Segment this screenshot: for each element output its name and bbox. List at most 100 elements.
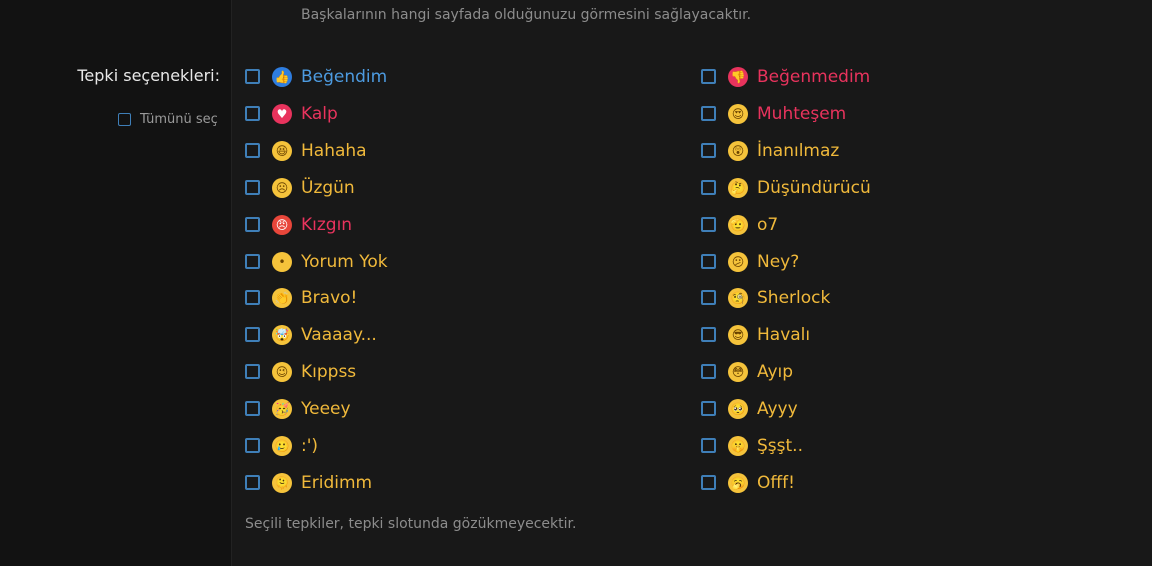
- reaction-checkbox[interactable]: [245, 143, 260, 158]
- reaction-option[interactable]: 😉 Kıppss: [245, 353, 356, 390]
- previous-setting-description: Başkalarının hangi sayfada olduğunuzu gö…: [301, 7, 752, 23]
- sunglasses-emoji-icon: 😎: [728, 324, 748, 345]
- reaction-option[interactable]: 🥺 Ayyy: [701, 390, 798, 427]
- reaction-option[interactable]: 🥱 Offf!: [701, 464, 795, 501]
- reaction-checkbox[interactable]: [245, 364, 260, 379]
- reaction-checkbox[interactable]: [245, 475, 260, 490]
- reaction-checkbox[interactable]: [701, 217, 716, 232]
- reaction-option[interactable]: 😲 İnanılmaz: [701, 132, 839, 169]
- reaction-label: Vaaaay...: [301, 324, 377, 345]
- reaction-option[interactable]: 🥳 Yeeey: [245, 390, 351, 427]
- reaction-option[interactable]: 😠 Kızgın: [245, 206, 352, 243]
- sad-emoji-icon: ☹: [272, 177, 292, 198]
- reaction-checkbox[interactable]: [245, 180, 260, 195]
- reaction-checkbox[interactable]: [701, 254, 716, 269]
- reaction-checkbox[interactable]: [245, 254, 260, 269]
- no-mouth-emoji-icon: •: [272, 251, 292, 272]
- reaction-option[interactable]: 😆 Hahaha: [245, 132, 367, 169]
- reaction-checkbox[interactable]: [245, 401, 260, 416]
- reaction-option[interactable]: 🤯 Vaaaay...: [245, 316, 377, 353]
- reaction-option[interactable]: 🫠 Eridimm: [245, 464, 372, 501]
- reaction-checkbox[interactable]: [245, 217, 260, 232]
- reaction-option[interactable]: 😎 Havalı: [701, 316, 810, 353]
- reaction-label: Beğendim: [301, 66, 388, 87]
- reaction-settings-page: Başkalarının hangi sayfada olduğunuzu gö…: [0, 0, 1152, 566]
- reaction-option[interactable]: 😍 Muhteşem: [701, 95, 846, 132]
- thinking-emoji-icon: 🤔: [728, 177, 748, 198]
- shushing-emoji-icon: 🤫: [728, 435, 748, 456]
- select-all-label: Tümünü seç: [140, 112, 218, 127]
- reaction-checkbox[interactable]: [701, 364, 716, 379]
- reaction-option[interactable]: 😳 Ayıp: [701, 353, 793, 390]
- reaction-option[interactable]: ♥ Kalp: [245, 95, 338, 132]
- reaction-label: Kıppss: [301, 361, 357, 382]
- reaction-label: Sherlock: [757, 287, 831, 308]
- angry-emoji-icon: 😠: [272, 214, 292, 235]
- reaction-checkbox[interactable]: [701, 327, 716, 342]
- reaction-label: İnanılmaz: [757, 140, 840, 161]
- reaction-option[interactable]: 🤫 Şşşt..: [701, 427, 803, 464]
- reaction-checkbox[interactable]: [245, 438, 260, 453]
- heart-eyes-emoji-icon: 😍: [728, 103, 748, 124]
- reaction-checkbox[interactable]: [701, 143, 716, 158]
- reaction-label: Ayyy: [757, 398, 798, 419]
- reaction-checkbox[interactable]: [701, 438, 716, 453]
- reaction-label: Kızgın: [301, 214, 353, 235]
- thumbs-up-icon: 👍: [272, 66, 292, 87]
- astonished-emoji-icon: 😲: [728, 140, 748, 161]
- melting-emoji-icon: 🫠: [272, 472, 292, 493]
- reaction-option[interactable]: 😕 Ney?: [701, 243, 799, 280]
- reaction-label: Eridimm: [301, 472, 373, 493]
- laughing-emoji-icon: 😆: [272, 140, 292, 161]
- flushed-emoji-icon: 😳: [728, 361, 748, 382]
- reaction-option[interactable]: 🧐 Sherlock: [701, 279, 830, 316]
- reaction-checkbox[interactable]: [701, 401, 716, 416]
- reaction-checkbox[interactable]: [245, 290, 260, 305]
- reaction-option[interactable]: ☹ Üzgün: [245, 169, 355, 206]
- reaction-option[interactable]: 👍 Beğendim: [245, 58, 387, 95]
- reactions-footer-note: Seçili tepkiler, tepki slotunda gözükmey…: [245, 516, 577, 532]
- previous-setting-cut-off: [301, 0, 491, 1]
- reaction-option[interactable]: • Yorum Yok: [245, 243, 388, 280]
- reaction-checkbox[interactable]: [701, 106, 716, 121]
- clapping-hands-icon: 👏: [272, 287, 292, 308]
- reaction-label: Muhteşem: [757, 103, 847, 124]
- reaction-label: Bravo!: [301, 287, 358, 308]
- reaction-label: Hahaha: [301, 140, 367, 161]
- reaction-checkbox[interactable]: [701, 69, 716, 84]
- reaction-label: Ney?: [757, 251, 800, 272]
- reaction-checkbox[interactable]: [701, 290, 716, 305]
- reaction-label: Üzgün: [301, 177, 355, 198]
- reaction-checkbox[interactable]: [245, 327, 260, 342]
- reaction-label: :'): [301, 435, 319, 456]
- reaction-checkbox[interactable]: [701, 475, 716, 490]
- yawning-emoji-icon: 🥱: [728, 472, 748, 493]
- reaction-label: Şşşt..: [757, 435, 803, 456]
- confused-emoji-icon: 😕: [728, 251, 748, 272]
- monocle-emoji-icon: 🧐: [728, 287, 748, 308]
- reaction-label: Kalp: [301, 103, 338, 124]
- thumbs-down-icon: 👎: [728, 66, 748, 87]
- select-all-checkbox-box[interactable]: [118, 113, 131, 126]
- reaction-option[interactable]: 🥲 :'): [245, 427, 318, 464]
- reaction-checkbox[interactable]: [701, 180, 716, 195]
- reaction-option[interactable]: 🤔 Düşündürücü: [701, 169, 871, 206]
- reaction-label: Düşündürücü: [757, 177, 871, 198]
- party-emoji-icon: 🥳: [272, 398, 292, 419]
- reaction-option[interactable]: 🫡 o7: [701, 206, 778, 243]
- reaction-option[interactable]: 👎 Beğenmedim: [701, 58, 870, 95]
- reaction-label: Yorum Yok: [301, 251, 388, 272]
- reaction-option[interactable]: 👏 Bravo!: [245, 279, 357, 316]
- reaction-label: Havalı: [757, 324, 811, 345]
- reaction-label: Offf!: [757, 472, 795, 493]
- reactions-label: Tepki seçenekleri:: [77, 66, 220, 85]
- reaction-checkbox[interactable]: [245, 106, 260, 121]
- saluting-emoji-icon: 🫡: [728, 214, 748, 235]
- tearful-smile-emoji-icon: 🥲: [272, 435, 292, 456]
- mind-blown-emoji-icon: 🤯: [272, 324, 292, 345]
- reaction-checkbox[interactable]: [245, 69, 260, 84]
- select-all-checkbox[interactable]: Tümünü seç: [118, 112, 218, 127]
- reaction-label: Ayıp: [757, 361, 794, 382]
- pleading-emoji-icon: 🥺: [728, 398, 748, 419]
- heart-icon: ♥: [272, 103, 292, 124]
